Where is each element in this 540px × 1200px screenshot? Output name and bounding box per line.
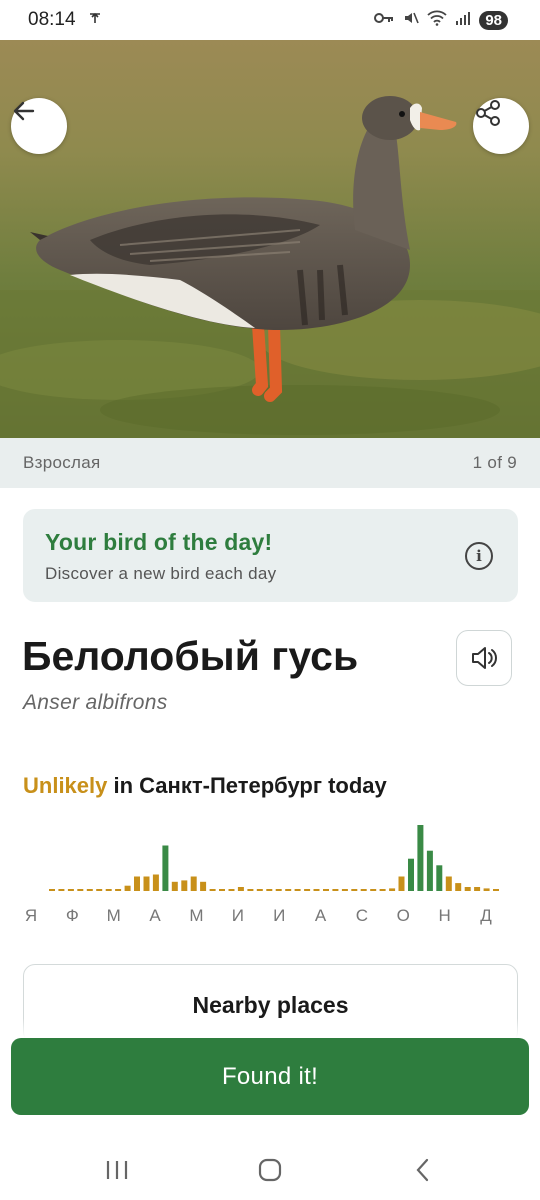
chart-bar [275,889,282,891]
share-icon [476,100,500,126]
chart-bar [464,887,471,891]
chart-bar [228,889,235,891]
chart-bar [58,889,65,891]
chart-bar [96,889,103,891]
chart-bar [379,889,386,891]
chart-bar [105,889,112,891]
chart-bar [77,889,84,891]
photo-caption: Взрослая [23,453,101,472]
month-label: Д [480,906,492,925]
chart-bar [304,889,311,891]
chart-bar [370,889,377,891]
month-label: М [107,906,121,925]
system-nav-bar [0,1140,540,1200]
chart-bar [408,858,414,891]
chart-bar [323,889,329,891]
notification-icon [88,9,102,31]
month-label: Н [438,906,450,925]
mute-icon [403,10,420,30]
chart-bar [389,888,396,891]
chart-bar [256,889,263,891]
goose-illustration [0,96,540,438]
likelihood-text: Unlikely in Санкт-Петербург today [23,773,387,799]
play-sound-button[interactable] [456,630,512,686]
seasonality-chart: ЯФМАМИИАСОНД [25,825,499,925]
chart-bar [417,825,424,891]
bird-common-name: Белолобый гусь [22,633,359,679]
speaker-icon [472,647,497,669]
chart-bar [266,889,273,891]
chart-bar [67,889,74,891]
found-it-button[interactable]: Found it! [11,1038,529,1115]
info-icon: i [476,547,482,565]
month-label: И [273,906,285,925]
chart-bar [209,889,216,891]
home-button[interactable] [240,1145,300,1195]
chart-bar [474,887,481,891]
system-back-button[interactable] [393,1145,453,1195]
month-label: А [315,906,327,925]
recent-apps-button[interactable] [87,1145,147,1195]
chart-bar [426,850,433,891]
chart-bar [341,889,348,891]
chart-bar [124,885,131,891]
scroll-fade [0,1018,540,1038]
month-label: М [189,906,203,925]
chevron-left-icon [416,1158,429,1182]
bird-of-the-day-title: Your bird of the day! [45,529,273,555]
chart-bar [200,881,207,891]
chart-bar [86,889,93,891]
chart-bar [351,889,358,891]
photo-counter: 1 of 9 [472,453,517,472]
chart-bar [49,889,55,891]
chart-bar [237,887,244,891]
month-label: А [149,906,161,925]
info-button[interactable]: i [465,542,493,570]
arrow-left-icon [13,101,35,121]
chart-bar [247,889,254,891]
chart-bar [115,889,122,891]
chart-bar [360,889,367,891]
bird-of-the-day-subtitle: Discover a new bird each day [45,564,277,583]
likelihood-location: in Санкт-Петербург today [107,773,387,798]
chart-bar [313,889,320,891]
status-bar: 08:14 98 [0,0,540,40]
battery-indicator: 98 [479,10,508,30]
likelihood-word: Unlikely [23,773,108,798]
chart-bar [398,876,405,891]
chart-bar [162,845,169,891]
recent-apps-icon [106,1161,127,1179]
home-icon [258,1158,282,1182]
chart-bar [332,889,339,891]
month-label: Я [25,906,37,925]
chart-bar [152,874,159,891]
chart-bar [285,889,292,891]
bird-scientific-name: Anser albifrons [23,691,168,714]
chart-bar [294,889,301,891]
month-label: Ф [66,906,79,925]
month-label: О [397,906,410,925]
chart-bar [190,876,197,891]
chart-bar [134,876,140,891]
chart-bar [436,865,443,891]
chart-bar [445,876,452,891]
share-button[interactable] [473,98,529,154]
chart-bar [143,876,150,891]
month-label: И [232,906,244,925]
chart-bar [455,883,462,891]
bird-of-the-day-card: Your bird of the day! Discover a new bir… [23,509,518,602]
photo-caption-bar: Взрослая 1 of 9 [0,438,540,488]
month-label: С [356,906,368,925]
wifi-icon [427,10,447,30]
chart-bar [171,881,178,891]
chart-bar [181,880,188,891]
key-icon [373,11,395,29]
back-button[interactable] [11,98,67,154]
status-time: 08:14 [28,9,76,30]
bird-photo[interactable] [0,40,540,438]
signal-icon [455,11,471,29]
chart-bar [483,888,490,891]
chart-bar [219,889,225,891]
chart-bar [493,889,499,891]
